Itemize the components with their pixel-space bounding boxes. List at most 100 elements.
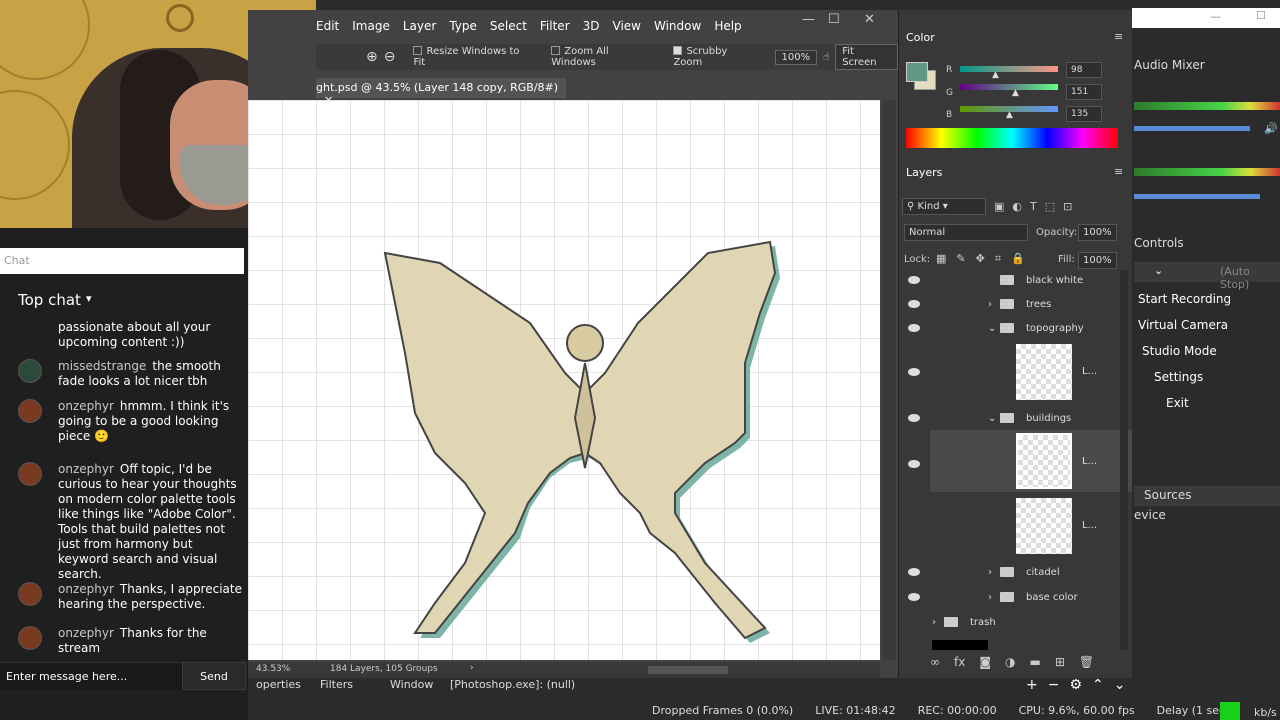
scrubby-zoom-checkbox[interactable]: Scrubby Zoom [673,46,758,68]
scene-controls[interactable]: +−⚙⌃⌄ [1026,677,1135,693]
filters-tab[interactable]: Filters [320,678,353,691]
slider-handle-icon[interactable]: ▲ [1012,88,1019,98]
foreground-color-swatch[interactable] [906,62,928,82]
menu-type[interactable]: Type [449,19,477,33]
close-icon[interactable]: ✕ [864,12,875,27]
volume-slider[interactable] [1134,194,1260,199]
opacity-field[interactable]: 100% [1078,224,1117,241]
layer-row[interactable]: ⌄ buildings [900,408,1118,432]
red-value[interactable]: 98 [1066,62,1102,78]
canvas-vertical-scrollbar[interactable] [882,100,896,660]
new-group-icon[interactable]: ▬ [1029,655,1040,669]
color-spectrum[interactable] [906,128,1118,148]
chevron-down-icon[interactable]: ⌄ [988,413,996,424]
red-slider[interactable] [960,66,1058,72]
menu-help[interactable]: Help [714,19,741,33]
layer-row[interactable]: › citadel [900,562,1118,586]
fit-screen-button[interactable]: Fit Screen [835,44,898,70]
green-value[interactable]: 151 [1066,84,1102,100]
minimize-icon[interactable]: — [802,12,815,27]
maximize-icon[interactable]: ☐ [828,12,840,27]
eye-icon[interactable] [908,568,920,576]
virtual-camera-button[interactable]: Virtual Camera [1134,314,1280,336]
exit-button[interactable]: Exit [1134,392,1280,414]
slider-handle-icon[interactable]: ▲ [992,70,999,80]
volume-slider[interactable] [1134,126,1250,131]
layer-row[interactable]: black white [900,270,1118,294]
layer-row[interactable]: › trees [900,294,1118,318]
chevron-right-icon[interactable]: › [470,663,474,673]
chat-input[interactable]: Enter message here... [0,662,182,690]
eye-icon[interactable] [908,368,920,376]
adjustment-filter-icon[interactable]: ◐ [1012,200,1022,213]
studio-mode-button[interactable]: Studio Mode [1134,340,1280,362]
chevron-right-icon[interactable]: › [988,592,992,603]
start-recording-button[interactable]: Start Recording [1134,288,1280,310]
menu-select[interactable]: Select [490,19,527,33]
panel-menu-icon[interactable]: ≡ [1114,30,1123,43]
eye-icon[interactable] [908,276,920,284]
blend-mode-dropdown[interactable]: Normal [904,224,1028,241]
link-icon[interactable]: ∞ [930,655,940,669]
send-button[interactable]: Send [182,662,246,690]
layer-row[interactable]: › base color [900,587,1118,611]
mask-icon[interactable]: ◙ [979,655,991,669]
chevron-down-icon[interactable]: ⌄ [988,323,996,334]
menu-view[interactable]: View [613,19,641,33]
chevron-right-icon[interactable]: › [988,567,992,578]
layer-row[interactable]: › trash [900,612,1118,636]
eye-icon[interactable] [908,460,920,468]
slider-handle-icon[interactable]: ▲ [1006,110,1013,120]
smart-object-filter-icon[interactable]: ⊡ [1063,200,1072,213]
top-chat-selector[interactable]: Top chat ▾ [0,280,244,320]
chevron-right-icon[interactable]: › [988,299,992,310]
layer-row[interactable]: L... [900,498,1118,554]
window-tab[interactable]: Window [390,678,433,691]
menu-filter[interactable]: Filter [540,19,570,33]
zoom-in-icon[interactable]: ⊕ [366,49,378,65]
type-filter-icon[interactable]: T [1030,200,1037,213]
zoom-value-field[interactable]: 100% [774,49,818,65]
trash-icon[interactable]: 🗑 [1079,655,1094,669]
eye-icon[interactable] [908,300,920,308]
fill-field[interactable]: 100% [1078,252,1117,269]
horizontal-scrollbar[interactable] [648,666,728,674]
speaker-icon[interactable]: 🔊 [1264,122,1278,135]
chevron-right-icon[interactable]: › [932,617,936,628]
zoom-out-icon[interactable]: ⊖ [384,49,396,65]
minimize-icon[interactable]: — [1210,10,1221,23]
new-layer-icon[interactable]: ⊞ [1055,655,1065,669]
shape-filter-icon[interactable]: ⬚ [1045,200,1055,213]
layer-row[interactable]: ⌄ topography [900,318,1118,342]
menu-layer[interactable]: Layer [403,19,436,33]
layer-kind-dropdown[interactable]: ⚲ Kind ▾ [902,197,986,215]
eye-icon[interactable] [908,593,920,601]
options-bar: ⊕ ⊖ Resize Windows to Fit Zoom All Windo… [316,44,898,70]
layer-row[interactable]: L... [900,344,1118,400]
adjustment-icon[interactable]: ◑ [1005,655,1015,669]
zoom-all-checkbox[interactable]: Zoom All Windows [551,46,655,68]
properties-tab[interactable]: operties [256,678,301,691]
panel-menu-icon[interactable]: ≡ [1114,165,1123,178]
menu-window[interactable]: Window [654,19,701,33]
layers-scrollbar[interactable] [1120,270,1128,650]
menu-3d[interactable]: 3D [583,19,600,33]
layer-row-selected[interactable]: L... [930,430,1146,492]
source-item[interactable]: evice [1134,508,1166,522]
eye-icon[interactable] [908,324,920,332]
maximize-icon[interactable]: ☐ [1256,9,1266,22]
settings-button[interactable]: Settings [1134,366,1280,388]
obs-title-bar: — ☐ [1132,8,1280,28]
blue-value[interactable]: 135 [1066,106,1102,122]
image-filter-icon[interactable]: ▣ [994,200,1004,213]
lock-icons[interactable]: ▦✎✥⌗🔒 [936,252,1035,266]
green-slider[interactable] [960,84,1058,90]
document-tab[interactable]: ght.psd @ 43.5% (Layer 148 copy, RGB/8#)… [316,78,566,107]
hand-icon[interactable]: ☝ [823,52,829,63]
fx-icon[interactable]: fx [954,655,965,669]
menu-image[interactable]: Image [352,19,390,33]
profile-dropdown[interactable]: ⌄ (Auto Stop) [1134,262,1280,291]
resize-windows-checkbox[interactable]: Resize Windows to Fit [413,46,533,68]
eye-icon[interactable] [908,414,920,422]
menu-edit[interactable]: Edit [316,19,339,33]
